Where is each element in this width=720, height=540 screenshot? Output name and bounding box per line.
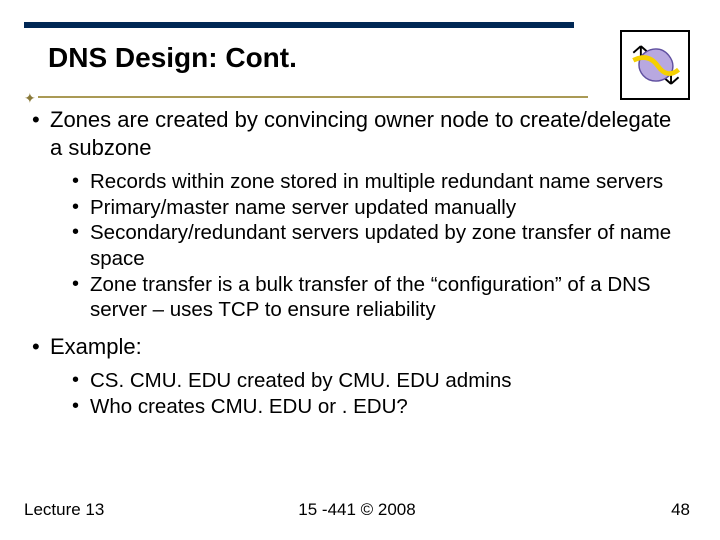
- slide-content: Zones are created by convincing owner no…: [32, 104, 680, 430]
- footer-center: 15 -441 © 2008: [298, 500, 415, 520]
- bullet-level2: Secondary/redundant servers updated by z…: [72, 220, 680, 271]
- accent-bar: [24, 22, 574, 28]
- bullet-level1: Zones are created by convincing owner no…: [32, 106, 680, 161]
- bullet-level2: Records within zone stored in multiple r…: [72, 169, 680, 195]
- slide-footer: Lecture 13 15 -441 © 2008 48: [24, 500, 690, 520]
- logo-icon: [620, 30, 690, 100]
- bullet-level2: Who creates CMU. EDU or . EDU?: [72, 394, 680, 420]
- bullet-level2: CS. CMU. EDU created by CMU. EDU admins: [72, 368, 680, 394]
- title-star-icon: ✦: [24, 90, 36, 102]
- bullet-group: Records within zone stored in multiple r…: [72, 169, 680, 323]
- footer-left: Lecture 13: [24, 500, 104, 520]
- bullet-level2: Zone transfer is a bulk transfer of the …: [72, 272, 680, 323]
- footer-page-number: 48: [671, 500, 690, 520]
- bullet-group: CS. CMU. EDU created by CMU. EDU admins …: [72, 368, 680, 419]
- bullet-level1: Example:: [32, 333, 680, 361]
- bullet-level2: Primary/master name server updated manua…: [72, 195, 680, 221]
- slide-title: DNS Design: Cont.: [48, 42, 297, 74]
- title-underline: [38, 96, 588, 98]
